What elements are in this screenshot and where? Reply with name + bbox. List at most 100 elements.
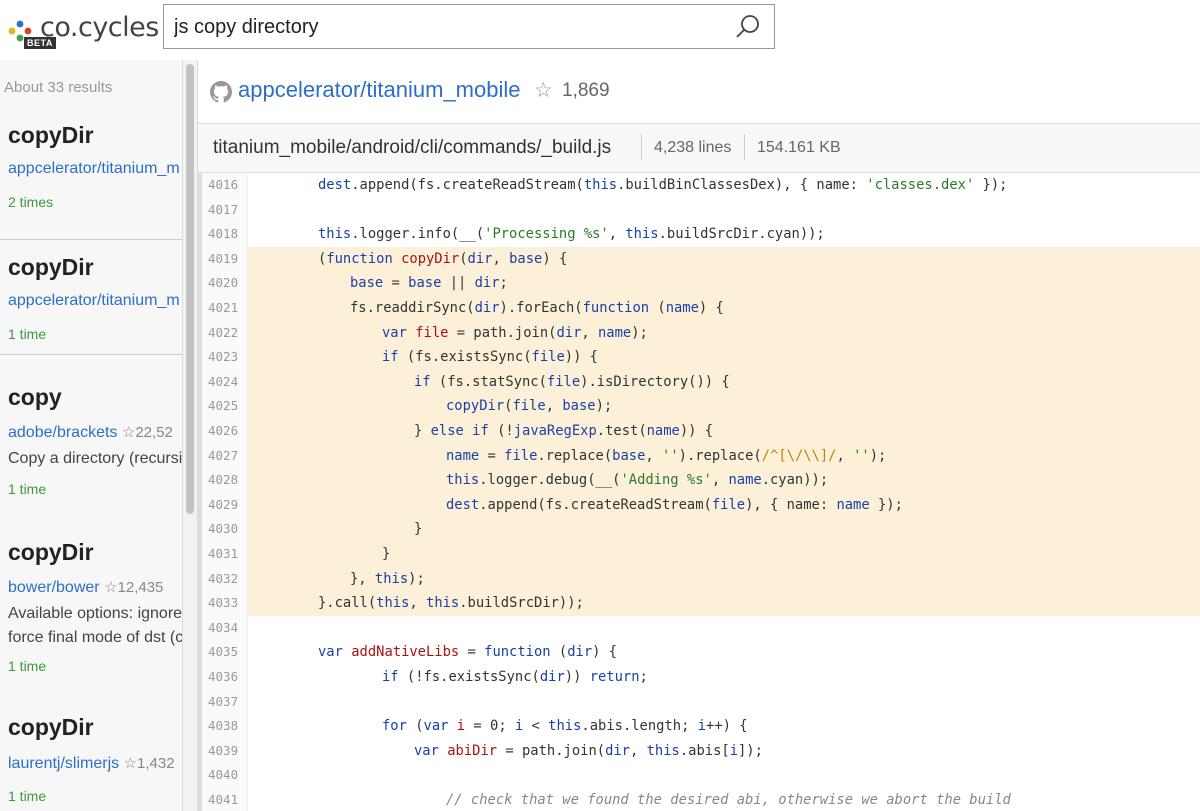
line-number[interactable]: 4027 xyxy=(202,443,248,469)
result-repo-name[interactable]: appcelerator/titanium_m xyxy=(8,160,180,177)
repo-header: appcelerator/titanium_mobile ☆ 1,869 xyxy=(198,60,1200,123)
line-number[interactable]: 4025 xyxy=(202,394,248,419)
line-number[interactable]: 4040 xyxy=(202,763,248,788)
star-icon[interactable]: ☆ xyxy=(534,78,553,103)
divider xyxy=(0,354,182,355)
code-text: }.call(this, this.buildSrcDir)); xyxy=(318,595,584,612)
code-line: 4019 (function copyDir(dir, base) { xyxy=(202,246,1200,272)
file-size: 154.161 KB xyxy=(757,139,841,156)
code-line: 4033 }.call(this, this.buildSrcDir)); xyxy=(202,591,1200,616)
search-box xyxy=(163,4,775,49)
code-text: } xyxy=(382,546,391,562)
code-text: if (fs.statSync(file).isDirectory()) { xyxy=(414,373,730,390)
code-line: 4021 fs.readdirSync(dir).forEach(function… xyxy=(202,296,1200,321)
file-path[interactable]: titanium_mobile/android/cli/commands/_bu… xyxy=(213,137,611,159)
result-title[interactable]: copyDir xyxy=(8,714,94,741)
result-repo-name[interactable]: bower/bower xyxy=(8,579,100,596)
github-icon xyxy=(210,81,232,103)
line-number[interactable]: 4022 xyxy=(202,320,248,346)
line-number[interactable]: 4029 xyxy=(202,492,248,518)
result-repo-name[interactable]: appcelerator/titanium_m xyxy=(8,292,180,309)
line-number[interactable]: 4026 xyxy=(202,419,248,444)
code-line: 4039 var abiDir = path.join(dir, this.abi… xyxy=(202,738,1200,764)
result-repo-link[interactable]: laurentj/slimerjs ☆1,432 xyxy=(8,754,175,773)
result-description: Copy a directory (recursi xyxy=(8,450,183,467)
search-icon[interactable] xyxy=(734,13,762,41)
result-title[interactable]: copyDir xyxy=(8,539,94,566)
line-number[interactable]: 4036 xyxy=(202,665,248,690)
sidebar-scrollbar-thumb[interactable] xyxy=(186,64,194,514)
line-number[interactable]: 4020 xyxy=(202,271,248,296)
result-description-line2: force final mode of dst (c xyxy=(8,629,184,646)
line-number[interactable]: 4017 xyxy=(202,197,248,223)
code-line: 4024 if (fs.statSync(file).isDirectory())… xyxy=(202,369,1200,395)
line-number[interactable]: 4021 xyxy=(202,296,248,321)
star-icon: ☆ xyxy=(123,755,138,772)
result-title[interactable]: copyDir xyxy=(8,122,94,149)
result-stars: 1,432 xyxy=(137,755,175,772)
line-number[interactable]: 4031 xyxy=(202,542,248,567)
result-item[interactable]: copyDir laurentj/slimerjs ☆1,432 1 time xyxy=(0,700,182,811)
line-number[interactable]: 4019 xyxy=(202,246,248,272)
result-repo-link[interactable]: appcelerator/titanium_m xyxy=(8,292,180,310)
line-number[interactable]: 4034 xyxy=(202,615,248,641)
line-number[interactable]: 4038 xyxy=(202,714,248,739)
divider xyxy=(641,134,642,160)
code-text: if (fs.existsSync(file)) { xyxy=(382,349,598,366)
code-line: 4041 // check that we found the desired a… xyxy=(202,788,1200,811)
code-block: 4016 dest.append(fs.createReadStream(this… xyxy=(198,173,1200,811)
result-repo-link[interactable]: adobe/brackets ☆22,52 xyxy=(8,423,173,442)
result-count: About 33 results xyxy=(4,79,113,96)
search-input[interactable] xyxy=(174,11,714,43)
file-line-count: 4,238 lines xyxy=(654,139,732,156)
code-line: 4023 if (fs.existsSync(file)) { xyxy=(202,345,1200,370)
line-number[interactable]: 4035 xyxy=(202,640,248,665)
result-item[interactable]: copy adobe/brackets ☆22,52 Copy a direct… xyxy=(0,370,182,500)
repo-stars: 1,869 xyxy=(562,80,610,101)
code-line: 4038 for (var i = 0; i < this.abis.length… xyxy=(202,714,1200,739)
code-line: 4016 dest.append(fs.createReadStream(this… xyxy=(202,173,1200,198)
code-line: 4031} xyxy=(202,542,1200,567)
line-number[interactable]: 4039 xyxy=(202,738,248,764)
code-text: } xyxy=(414,521,423,538)
result-title[interactable]: copy xyxy=(8,384,62,411)
code-text: (function copyDir(dir, base) { xyxy=(318,250,568,267)
line-number[interactable]: 4037 xyxy=(202,689,248,715)
code-text: copyDir(file, base); xyxy=(446,398,613,415)
code-text: name = file.replace(base, '').replace(/^… xyxy=(446,447,887,464)
result-repo-link[interactable]: bower/bower ☆12,435 xyxy=(8,578,163,597)
line-number[interactable]: 4024 xyxy=(202,369,248,395)
result-repo-link[interactable]: appcelerator/titanium_m xyxy=(8,160,180,178)
code-text: dest.append(fs.createReadStream(this.bui… xyxy=(318,177,1008,193)
line-number[interactable]: 4033 xyxy=(202,591,248,616)
result-repo-name[interactable]: laurentj/slimerjs xyxy=(8,755,119,772)
code-text: var file = path.join(dir, name); xyxy=(382,324,648,341)
line-number[interactable]: 4030 xyxy=(202,517,248,542)
result-item[interactable]: copyDir bower/bower ☆12,435 Available op… xyxy=(0,525,184,685)
code-line: 4018 this.logger.info(__('Processing %s',… xyxy=(202,222,1200,247)
line-number[interactable]: 4023 xyxy=(202,345,248,370)
result-item[interactable]: copyDir appcelerator/titanium_m 2 times xyxy=(0,108,182,238)
result-item[interactable]: copyDir appcelerator/titanium_m 1 time xyxy=(0,240,182,370)
code-text: if (!fs.existsSync(dir)) return; xyxy=(382,669,648,685)
brand-name: co.cycles xyxy=(40,12,159,43)
line-number[interactable]: 4028 xyxy=(202,468,248,493)
line-number[interactable]: 4016 xyxy=(202,173,248,198)
result-description: Available options: ignore xyxy=(8,605,183,622)
logo[interactable]: co.cycles BETA xyxy=(4,10,164,50)
code-text: }, this); xyxy=(350,570,425,587)
code-line: 4026} else if (!javaRegExp.test(name)) { xyxy=(202,419,1200,444)
result-title[interactable]: copyDir xyxy=(8,254,94,281)
line-number[interactable]: 4018 xyxy=(202,222,248,247)
result-repo-name[interactable]: adobe/brackets xyxy=(8,424,117,441)
result-times: 1 time xyxy=(8,658,47,674)
code-line: 4036 if (!fs.existsSync(dir)) return; xyxy=(202,665,1200,690)
code-text: this.logger.debug(__('Adding %s', name.c… xyxy=(446,472,829,489)
code-text: fs.readdirSync(dir).forEach(function (na… xyxy=(350,300,724,316)
result-times: 1 time xyxy=(8,326,47,342)
code-text: // check that we found the desired abi, … xyxy=(446,792,1011,808)
line-number[interactable]: 4032 xyxy=(202,566,248,592)
repo-link[interactable]: appcelerator/titanium_mobile xyxy=(238,77,521,103)
line-number[interactable]: 4041 xyxy=(202,788,248,811)
code-line: 4037 xyxy=(202,689,1200,715)
